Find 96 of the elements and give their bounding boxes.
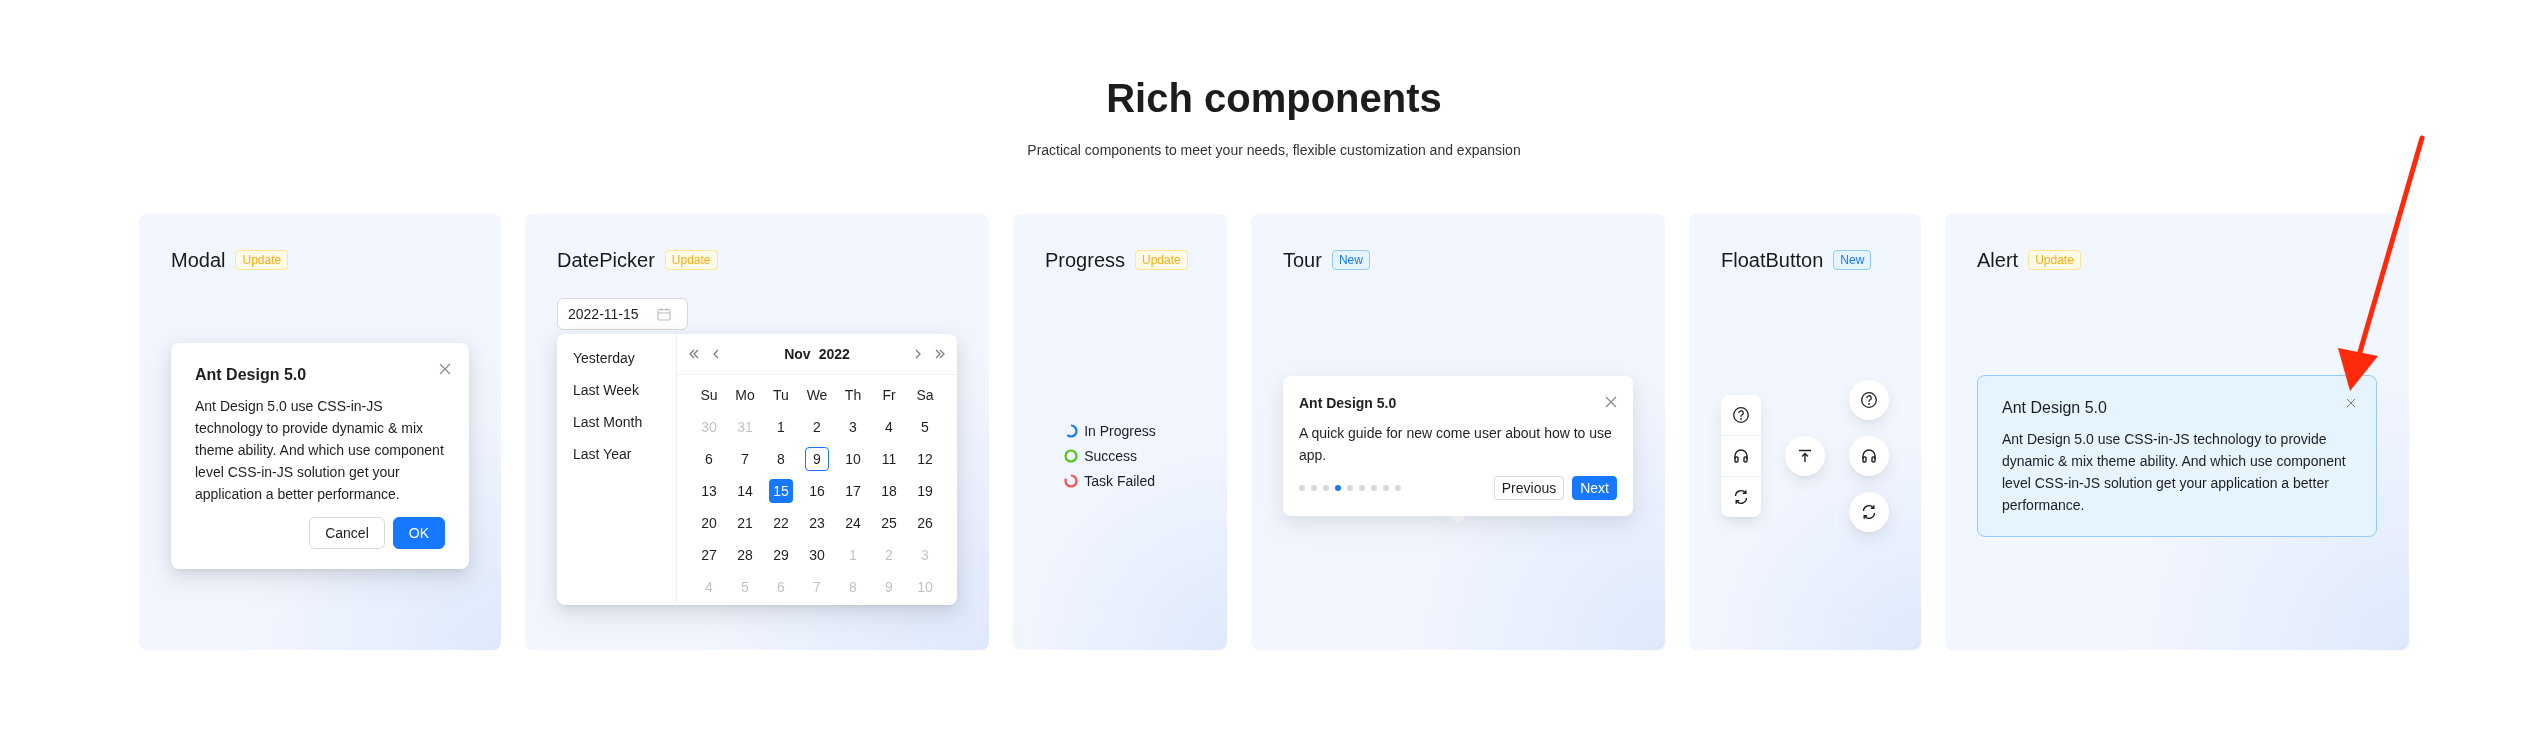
help-icon [1732, 406, 1750, 424]
card-title: FloatButton [1721, 248, 1824, 272]
modal-text: Ant Design 5.0 use CSS-in-JS technology to provide dynamic & mix theme ability. And which use component level CSS-in-JS solution get your application a better performance. [195, 397, 445, 504]
sync-icon [1860, 503, 1878, 521]
calendar-day[interactable]: 17 [841, 479, 865, 503]
step-dot[interactable] [1359, 485, 1365, 491]
calendar-day[interactable]: 16 [805, 479, 829, 503]
card-title: DatePicker [557, 248, 655, 272]
preset-option[interactable]: Last Year [573, 438, 660, 470]
step-dot[interactable] [1323, 485, 1329, 491]
card-title: Modal [171, 248, 226, 272]
calendar-day[interactable]: 8 [769, 447, 793, 471]
alert-text: Ant Design 5.0 use CSS-in-JS technology to provide dynamic & mix theme ability. And which use component level CSS-in-JS solution get your application a better performance. [2002, 430, 2347, 515]
step-dot[interactable] [1299, 485, 1305, 491]
float-button[interactable] [1849, 380, 1889, 420]
primary-button[interactable]: OK [392, 517, 445, 549]
step-dot[interactable] [1335, 485, 1341, 491]
step-dot[interactable] [1347, 485, 1353, 491]
progress-label: In Progress [1084, 421, 1156, 441]
close-icon[interactable] [439, 363, 451, 375]
card-title: Alert [1977, 248, 2019, 272]
calendar-day[interactable]: 26 [913, 511, 937, 535]
calendar-day[interactable]: 23 [805, 511, 829, 535]
year-label[interactable]: 2022 [818, 346, 850, 362]
sync-icon [1732, 488, 1750, 506]
tour-title: Ant Design 5.0 [1299, 394, 1398, 413]
tour-text: A quick guide for new come user about how to use app. [1299, 424, 1613, 465]
calendar-day[interactable]: 11 [877, 447, 901, 471]
modal-title: Ant Design 5.0 [195, 365, 308, 385]
float-button[interactable] [1849, 436, 1889, 476]
progress-label: Success [1084, 446, 1138, 466]
weekday-label: Su [700, 387, 718, 403]
card-title: Tour [1283, 248, 1322, 272]
status-tag: Update [235, 250, 289, 270]
calendar-day[interactable]: 30 [805, 543, 829, 567]
calendar-day[interactable]: 6 [697, 447, 721, 471]
step-dot[interactable] [1395, 485, 1401, 491]
status-tag: New [1331, 250, 1370, 270]
calendar-day[interactable]: 4 [877, 415, 901, 439]
calendar-day[interactable]: 20 [697, 511, 721, 535]
weekday-label: We [806, 387, 828, 403]
calendar-day[interactable]: 12 [913, 447, 937, 471]
step-dot[interactable] [1371, 485, 1377, 491]
weekday-label: Mo [735, 387, 755, 403]
step-dot[interactable] [1383, 485, 1389, 491]
calendar-day[interactable]: 3 [841, 415, 865, 439]
step-dot[interactable] [1311, 485, 1317, 491]
progress-label: Task Failed [1084, 471, 1155, 491]
calendar-day[interactable]: 14 [733, 479, 757, 503]
calendar-day[interactable]: 5 [913, 415, 937, 439]
calendar-day[interactable]: 25 [877, 511, 901, 535]
close-icon[interactable] [2346, 398, 2356, 408]
primary-button[interactable]: Next [1572, 476, 1617, 500]
preset-option[interactable]: Last Week [573, 374, 660, 406]
date-value: 2022-11-15 [568, 306, 639, 322]
section-heading: Rich components [1106, 75, 1442, 122]
help-icon [1860, 391, 1878, 409]
weekday-label: Tu [773, 387, 789, 403]
weekday-label: Fr [882, 387, 896, 403]
secondary-button[interactable]: Previous [1493, 476, 1565, 500]
status-tag: Update [664, 250, 718, 270]
status-tag: New [1833, 250, 1872, 270]
weekday-label: Th [844, 387, 862, 403]
calendar-day[interactable]: 28 [733, 543, 757, 567]
calendar-day[interactable]: 24 [841, 511, 865, 535]
float-button[interactable] [1849, 492, 1889, 532]
calendar-day[interactable]: 2 [805, 415, 829, 439]
headphones-icon [1732, 447, 1750, 465]
calendar-day[interactable]: 29 [769, 543, 793, 567]
preset-option[interactable]: Yesterday [573, 342, 660, 374]
calendar-day[interactable]: 27 [697, 543, 721, 567]
calendar-day[interactable]: 21 [733, 511, 757, 535]
calendar-day[interactable]: 10 [841, 447, 865, 471]
secondary-button[interactable]: Cancel [309, 517, 385, 549]
float-button[interactable] [1785, 436, 1825, 476]
calendar-day[interactable]: 18 [877, 479, 901, 503]
status-tag: Update [2028, 250, 2081, 270]
back-to-top-icon [1796, 447, 1814, 465]
card-title: Progress [1045, 248, 1126, 272]
section-subtitle: Practical components to meet your needs, flexible customization and expansion [1027, 142, 1521, 158]
calendar-day[interactable]: 9 [805, 447, 829, 471]
calendar-icon [656, 307, 671, 321]
calendar-day[interactable]: 13 [697, 479, 721, 503]
headphones-icon [1860, 447, 1878, 465]
date-field[interactable]: 2022-11-15 [557, 298, 688, 330]
preset-option[interactable]: Last Month [573, 406, 660, 438]
alert-title: Ant Design 5.0 [2002, 398, 2108, 418]
month-label[interactable]: Nov [784, 346, 811, 362]
weekday-label: Sa [916, 387, 934, 403]
calendar-day[interactable]: 19 [913, 479, 937, 503]
calendar-day[interactable]: 22 [769, 511, 793, 535]
status-tag: Update [1135, 250, 1188, 270]
close-icon[interactable] [1605, 396, 1617, 408]
calendar-day[interactable]: 15 [769, 479, 793, 503]
calendar-day[interactable]: 1 [769, 415, 793, 439]
calendar-day[interactable]: 7 [733, 447, 757, 471]
